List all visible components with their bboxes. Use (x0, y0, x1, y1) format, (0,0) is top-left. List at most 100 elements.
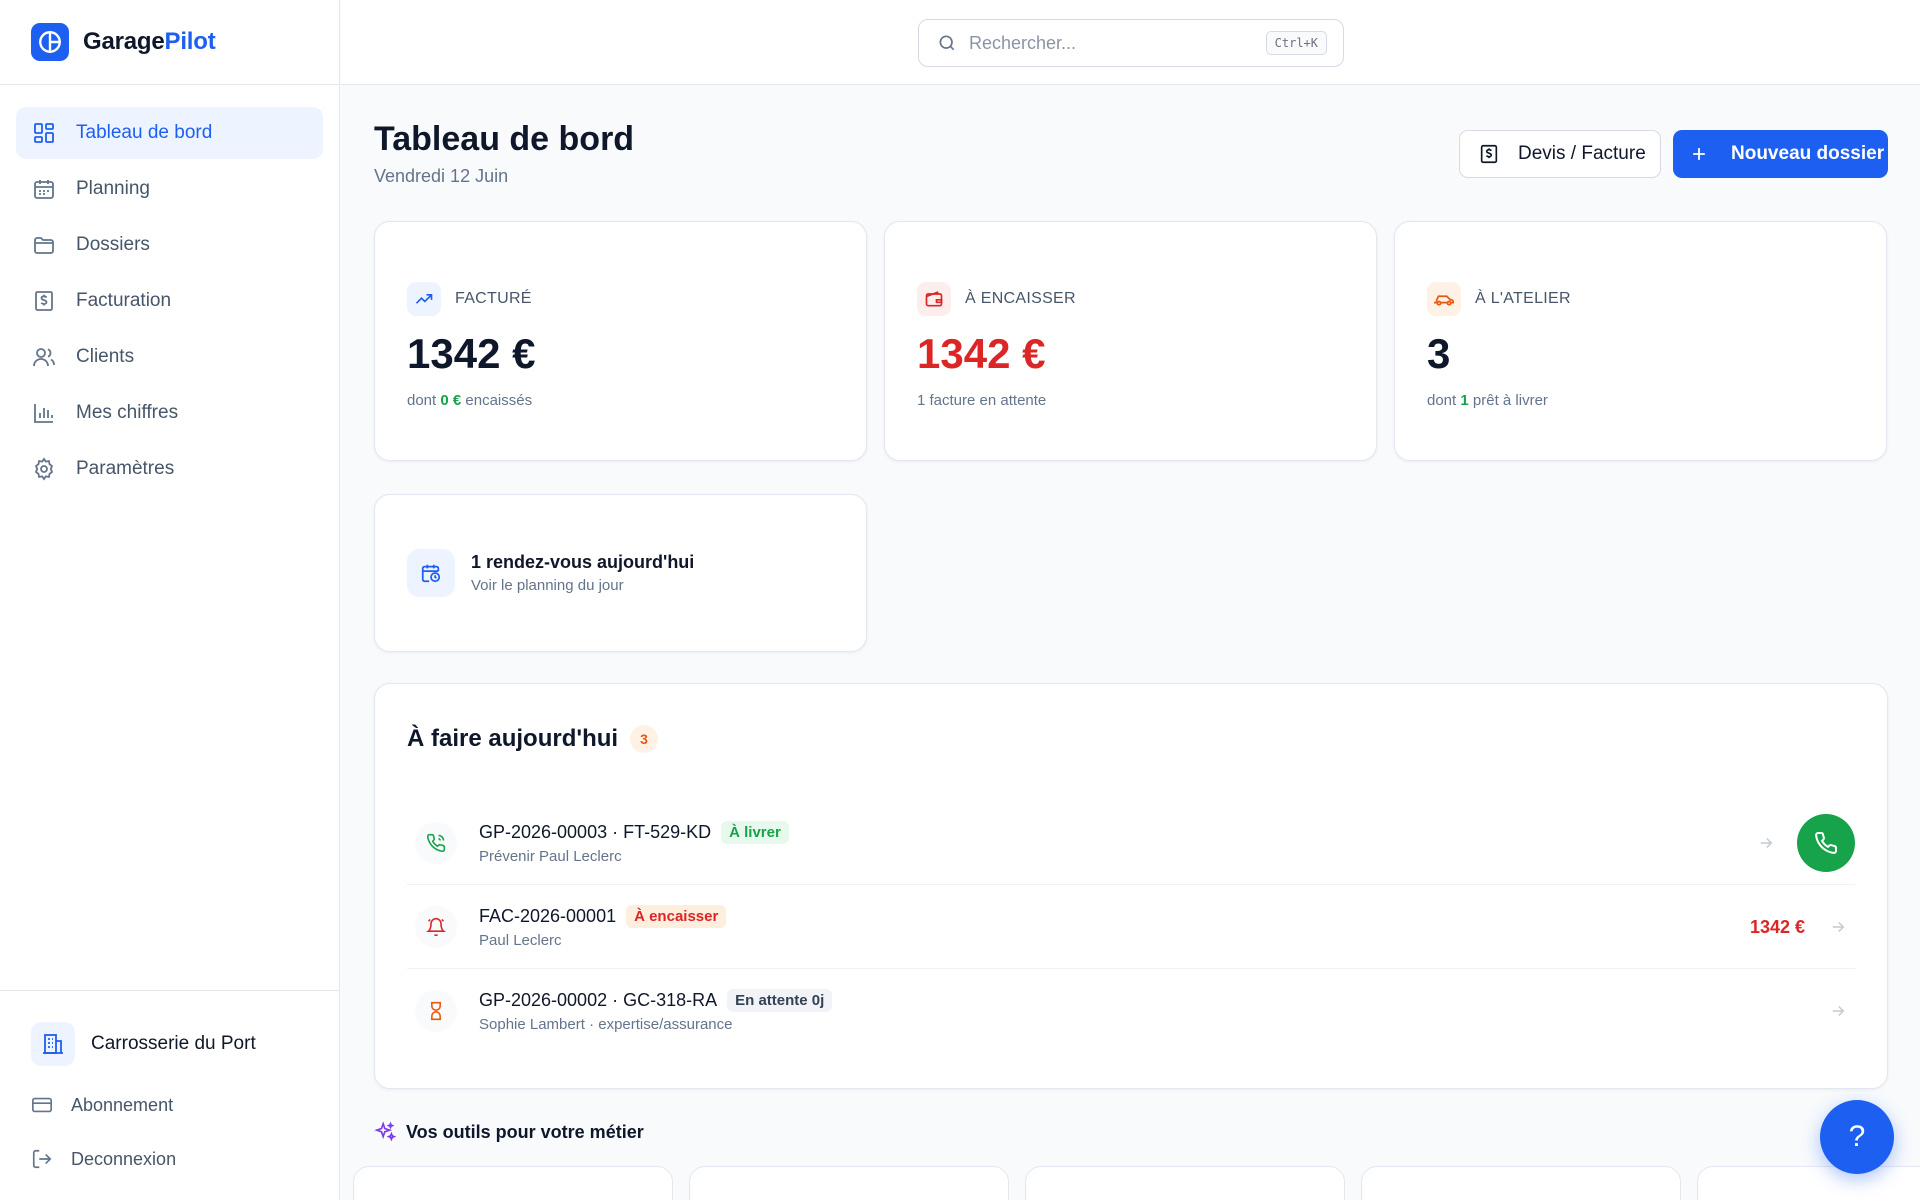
stat-subtext: dont 0 € encaissés (407, 392, 533, 409)
todo-card: À faire aujourd'hui 3 GP-2026-00003 · FT… (374, 683, 1888, 1089)
arrow-right-icon (1832, 921, 1845, 933)
sidebar-item-stats[interactable]: Mes chiffres (16, 387, 323, 439)
sidebar-item-clients[interactable]: Clients (16, 331, 323, 383)
todo-row-subtitle: Prévenir Paul Leclerc (479, 847, 622, 865)
sidebar-item-label: Facturation (76, 290, 172, 311)
tool-card[interactable] (353, 1166, 673, 1200)
todo-row[interactable]: FAC-2026-00001 À encaisser Paul Leclerc … (407, 885, 1855, 969)
status-badge: À livrer (721, 820, 789, 844)
gear-icon (34, 457, 54, 481)
page-header: Tableau de bord Vendredi 12 Juin Devis /… (374, 85, 1888, 221)
sidebar-item-facturation[interactable]: Facturation (16, 275, 323, 327)
phone-icon (1815, 831, 1838, 854)
arrow-right-icon (1760, 837, 1773, 849)
new-dossier-button[interactable]: Nouveau dossier (1673, 130, 1888, 178)
page-date: Vendredi 12 Juin (374, 166, 509, 186)
status-badge: À encaisser (626, 904, 727, 928)
sidebar-item-label: Clients (76, 346, 135, 367)
todo-title: À faire aujourd'hui (407, 725, 619, 752)
logout-link[interactable]: Deconnexion (31, 1144, 340, 1174)
sparkles-icon (374, 1121, 396, 1142)
sidebar-item-label: Planning (76, 178, 150, 199)
todo-row-subtitle: Paul Leclerc (479, 931, 562, 949)
sidebar-nav: Tableau de bord Planning Dossiers Factur… (0, 85, 339, 495)
trending-up-icon (407, 282, 441, 316)
quote-invoice-label: Devis / Facture (1518, 143, 1646, 164)
garage-switcher[interactable]: Carrosserie du Port (31, 1022, 340, 1066)
stat-value: 1342 € (407, 330, 536, 377)
todo-row[interactable]: GP-2026-00003 · FT-529-KD À livrer Préve… (407, 801, 1855, 885)
subscription-link[interactable]: Abonnement (31, 1090, 340, 1120)
credit-card-icon (32, 1097, 52, 1113)
sidebar-footer: Carrosserie du Port Abonnement Deconnexi… (0, 990, 340, 1200)
main-content: Tableau de bord Vendredi 12 Juin Devis /… (374, 85, 1888, 1142)
sidebar: GaragePilot Tableau de bord Planning Dos… (0, 0, 340, 1200)
todo-row-title: GP-2026-00003 · FT-529-KD (479, 821, 712, 842)
users-icon (33, 348, 55, 367)
search-icon (939, 35, 955, 51)
todo-row-subtitle: Sophie Lambert · expertise/assurance (479, 1016, 733, 1033)
stat-label: À L'ATELIER (1475, 290, 1571, 307)
appointments-card[interactable]: 1 rendez-vous aujourd'hui Voir le planni… (374, 494, 867, 652)
stat-card-workshop[interactable]: À L'ATELIER 3 dont 1 prêt à livrer (1394, 221, 1887, 461)
sidebar-item-label: Mes chiffres (76, 402, 179, 423)
sidebar-item-label: Paramètres (76, 458, 175, 479)
call-client-button[interactable] (1797, 814, 1855, 872)
building-icon (31, 1022, 75, 1066)
sidebar-item-planning[interactable]: Planning (16, 163, 323, 215)
bar-chart-icon (34, 404, 53, 423)
calendar-icon (34, 180, 54, 199)
search-shortcut: Ctrl+K (1265, 31, 1327, 55)
wallet-icon (917, 282, 951, 316)
help-button[interactable]: ? (1820, 1100, 1894, 1174)
garagepilot-logo-icon (31, 23, 69, 61)
search-box[interactable]: Ctrl+K (918, 19, 1344, 67)
tools-section-header: Vos outils pour votre métier (374, 1121, 644, 1143)
phone-icon (415, 821, 457, 864)
folder-icon (34, 237, 54, 254)
tool-card[interactable] (1697, 1166, 1920, 1200)
sidebar-item-label: Tableau de bord (76, 122, 213, 143)
todo-row-amount: 1342 € (1749, 916, 1805, 937)
sidebar-item-settings[interactable]: Paramètres (16, 443, 323, 495)
tool-card[interactable] (689, 1166, 1009, 1200)
stat-value: 3 (1427, 330, 1451, 377)
garage-name: Carrosserie du Port (91, 1033, 256, 1054)
arrow-right-icon (1832, 1005, 1845, 1017)
calendar-clock-icon (407, 549, 455, 597)
tool-card[interactable] (1025, 1166, 1345, 1200)
sidebar-item-dossiers[interactable]: Dossiers (16, 219, 323, 271)
brand-name: GaragePilot (83, 28, 216, 55)
logout-label: Deconnexion (71, 1148, 177, 1169)
stat-card-billed[interactable]: FACTURÉ 1342 € dont 0 € encaissés (374, 221, 867, 461)
topbar: Ctrl+K (341, 0, 1920, 85)
todo-row-title: GP-2026-00002 · GC-318-RA (479, 990, 718, 1010)
hourglass-icon (415, 990, 457, 1032)
stat-label: À ENCAISSER (965, 290, 1076, 307)
appointments-title: 1 rendez-vous aujourd'hui (471, 552, 695, 572)
search-input[interactable] (969, 32, 1254, 54)
stat-value: 1342 € (917, 330, 1046, 377)
brand[interactable]: GaragePilot (0, 0, 339, 85)
todo-row[interactable]: GP-2026-00002 · GC-318-RA En attente 0j … (407, 969, 1855, 1053)
tools-title: Vos outils pour votre métier (406, 1121, 644, 1142)
todo-count-badge: 3 (630, 725, 659, 753)
dashboard-icon (34, 123, 54, 143)
invoice-icon (35, 291, 53, 311)
todo-list: GP-2026-00003 · FT-529-KD À livrer Préve… (407, 801, 1855, 1053)
tool-card[interactable] (1361, 1166, 1681, 1200)
stat-card-to-collect[interactable]: À ENCAISSER 1342 € 1 facture en attente (884, 221, 1377, 461)
car-icon (1427, 282, 1461, 316)
sidebar-item-dashboard[interactable]: Tableau de bord (16, 107, 323, 159)
stat-label: FACTURÉ (455, 290, 532, 307)
appointments-link: Voir le planning du jour (471, 577, 624, 594)
bell-icon (415, 905, 457, 948)
status-badge: En attente 0j (727, 989, 833, 1012)
stat-subtext: dont 1 prêt à livrer (1427, 392, 1548, 409)
quote-invoice-button[interactable]: Devis / Facture (1459, 130, 1661, 178)
subscription-label: Abonnement (71, 1094, 174, 1115)
page-title: Tableau de bord (374, 120, 635, 158)
stat-subtext: 1 facture en attente (917, 392, 1047, 409)
logout-icon (32, 1149, 52, 1169)
sidebar-item-label: Dossiers (76, 234, 150, 255)
